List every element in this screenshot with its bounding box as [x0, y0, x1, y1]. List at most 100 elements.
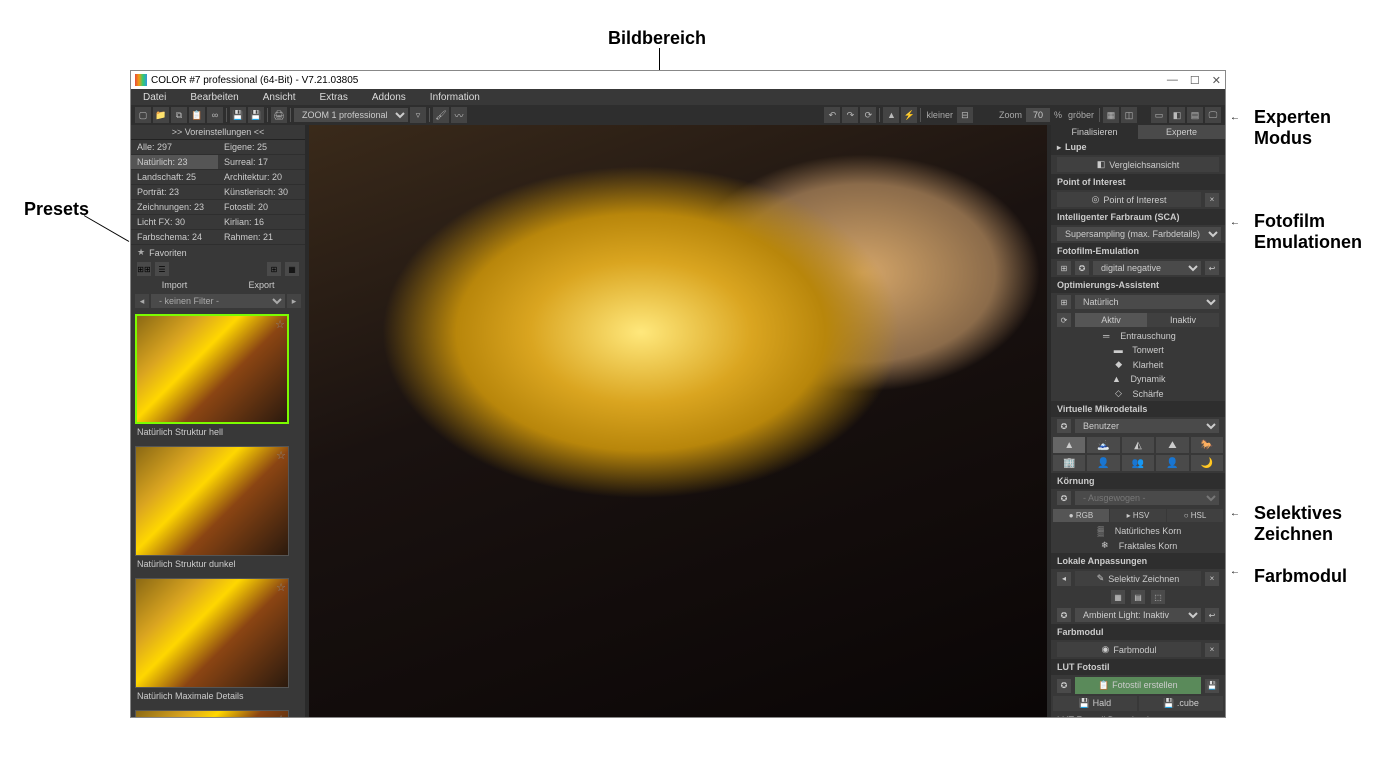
flash-icon[interactable]: ⚡: [901, 107, 917, 123]
menu-information[interactable]: Information: [418, 92, 492, 103]
tab-finalisieren[interactable]: Finalisieren: [1051, 125, 1138, 139]
cat-landschaft[interactable]: Landschaft: 25: [131, 170, 218, 185]
ambient-dropdown[interactable]: Ambient Light: Inaktiv: [1075, 608, 1201, 622]
sort-icon[interactable]: ⊞: [267, 262, 281, 276]
hsv-button[interactable]: ▸ HSV: [1110, 509, 1166, 522]
cat-rahmen[interactable]: Rahmen: 21: [218, 230, 305, 245]
selektiv-button[interactable]: ✎Selektiv Zeichnen: [1075, 571, 1201, 586]
ambient-opt-icon[interactable]: ✪: [1057, 608, 1071, 622]
md-icon-3[interactable]: ◭: [1122, 437, 1154, 453]
mask-icon-3[interactable]: ⬚: [1151, 590, 1165, 604]
menu-addons[interactable]: Addons: [360, 92, 418, 103]
dynamic-icon[interactable]: ▲: [1110, 374, 1122, 384]
poi-reset-icon[interactable]: ×: [1205, 193, 1219, 207]
hald-button[interactable]: 💾 Hald: [1053, 696, 1137, 711]
grid-icon[interactable]: ▦: [1103, 107, 1119, 123]
mikro-opt-icon[interactable]: ✪: [1057, 419, 1071, 433]
md-icon-10[interactable]: 🌙: [1191, 455, 1223, 471]
ambient-reset-icon[interactable]: ↩: [1205, 608, 1219, 622]
refresh-icon[interactable]: ⟳: [860, 107, 876, 123]
inaktiv-button[interactable]: Inaktiv: [1147, 313, 1219, 327]
denoise-icon[interactable]: ═: [1100, 331, 1112, 341]
star-icon[interactable]: ☆: [276, 449, 286, 462]
cat-alle[interactable]: Alle: 297: [131, 140, 218, 155]
import-button[interactable]: Import: [131, 278, 218, 292]
preset-thumb-1[interactable]: ☆: [135, 446, 289, 556]
zoom-preset-dropdown[interactable]: ZOOM 1 professional: [294, 108, 408, 122]
cat-zeichnungen[interactable]: Zeichnungen: 23: [131, 200, 218, 215]
paste-icon[interactable]: 📋: [189, 107, 205, 123]
export-button[interactable]: Export: [218, 278, 305, 292]
link-icon[interactable]: ∞: [207, 107, 223, 123]
compare-icon[interactable]: ◧: [1169, 107, 1185, 123]
mask-icon-2[interactable]: ▤: [1131, 590, 1145, 604]
preset-thumb-2[interactable]: ☆: [135, 578, 289, 688]
list-view-icon[interactable]: ☰: [155, 262, 169, 276]
redo-icon[interactable]: ↷: [842, 107, 858, 123]
cat-portraet[interactable]: Porträt: 23: [131, 185, 218, 200]
cat-fotostil[interactable]: Fotostil: 20: [218, 200, 305, 215]
print-icon[interactable]: 🖨: [271, 107, 287, 123]
natkorn-icon[interactable]: ▒: [1095, 526, 1107, 536]
filter-dropdown[interactable]: - keinen Filter -: [151, 294, 285, 308]
thumb-size-icon[interactable]: ▦: [285, 262, 299, 276]
brush-icon[interactable]: 🖌: [433, 107, 449, 123]
cat-eigene[interactable]: Eigene: 25: [218, 140, 305, 155]
opt-dropdown[interactable]: Natürlich: [1075, 295, 1219, 309]
copy-icon[interactable]: ⧉: [171, 107, 187, 123]
md-icon-5[interactable]: 🐎: [1191, 437, 1223, 453]
menu-datei[interactable]: Datei: [131, 92, 178, 103]
close-button[interactable]: ✕: [1212, 74, 1221, 87]
lut-save-icon[interactable]: 💾: [1205, 679, 1219, 693]
menu-ansicht[interactable]: Ansicht: [251, 92, 308, 103]
cat-natuerlich[interactable]: Natürlich: 23: [131, 155, 218, 170]
clarity-icon[interactable]: ◆: [1113, 359, 1125, 370]
zoom-tool-icon[interactable]: ▿: [410, 107, 426, 123]
koernung-dropdown[interactable]: - Ausgewogen -: [1075, 491, 1219, 505]
md-icon-6[interactable]: 🏢: [1053, 455, 1085, 471]
undo-icon[interactable]: ↶: [824, 107, 840, 123]
menu-bearbeiten[interactable]: Bearbeiten: [178, 92, 250, 103]
aktiv-button[interactable]: Aktiv: [1075, 313, 1147, 327]
lupe-header[interactable]: ▸Lupe: [1051, 139, 1225, 155]
preset-thumb-0[interactable]: ☆: [135, 314, 289, 424]
selektiv-reset-icon[interactable]: ×: [1205, 572, 1219, 586]
slider-icon[interactable]: ⊟: [957, 107, 973, 123]
minimize-button[interactable]: —: [1167, 74, 1178, 87]
star-icon[interactable]: ☆: [276, 713, 286, 717]
lokale-prev-icon[interactable]: ◂: [1057, 572, 1071, 586]
lut-opt-icon[interactable]: ✪: [1057, 679, 1071, 693]
tone-icon[interactable]: ▬: [1112, 345, 1124, 355]
md-icon-7[interactable]: 👤: [1087, 455, 1119, 471]
menu-extras[interactable]: Extras: [308, 92, 360, 103]
farbmodul-reset-icon[interactable]: ×: [1205, 643, 1219, 657]
cat-architektur[interactable]: Architektur: 20: [218, 170, 305, 185]
crop-icon[interactable]: ◫: [1121, 107, 1137, 123]
rgb-button[interactable]: ● RGB: [1053, 509, 1109, 522]
foto-info-icon[interactable]: ✪: [1075, 261, 1089, 275]
cat-kirlian[interactable]: Kirlian: 16: [218, 215, 305, 230]
monitor-icon[interactable]: 🖵: [1205, 107, 1221, 123]
preset-thumb-3[interactable]: ☆: [135, 710, 289, 717]
foto-reset-icon[interactable]: ↩: [1205, 261, 1219, 275]
mask-icon-1[interactable]: ▦: [1111, 590, 1125, 604]
curve-icon[interactable]: 〰: [451, 107, 467, 123]
screen-icon[interactable]: ▭: [1151, 107, 1167, 123]
filter-next-icon[interactable]: ▸: [287, 294, 301, 308]
cube-button[interactable]: 💾 .cube: [1139, 696, 1223, 711]
farbmodul-button[interactable]: ◉Farbmodul: [1057, 642, 1201, 657]
hsl-button[interactable]: ○ HSL: [1167, 509, 1223, 522]
save-as-icon[interactable]: 💾: [248, 107, 264, 123]
cat-surreal[interactable]: Surreal: 17: [218, 155, 305, 170]
mikro-dropdown[interactable]: Benutzer: [1075, 419, 1219, 433]
filter-prev-icon[interactable]: ◂: [135, 294, 149, 308]
cat-lichtfx[interactable]: Licht FX: 30: [131, 215, 218, 230]
new-icon[interactable]: ▢: [135, 107, 151, 123]
warning-icon[interactable]: ▲: [883, 107, 899, 123]
md-icon-8[interactable]: 👥: [1122, 455, 1154, 471]
zoom-value-input[interactable]: [1026, 108, 1050, 122]
md-icon-9[interactable]: 👤: [1156, 455, 1188, 471]
opt-grid-icon[interactable]: ⊞: [1057, 295, 1071, 309]
sharpen-icon[interactable]: ◇: [1112, 388, 1124, 399]
save-icon[interactable]: 💾: [230, 107, 246, 123]
